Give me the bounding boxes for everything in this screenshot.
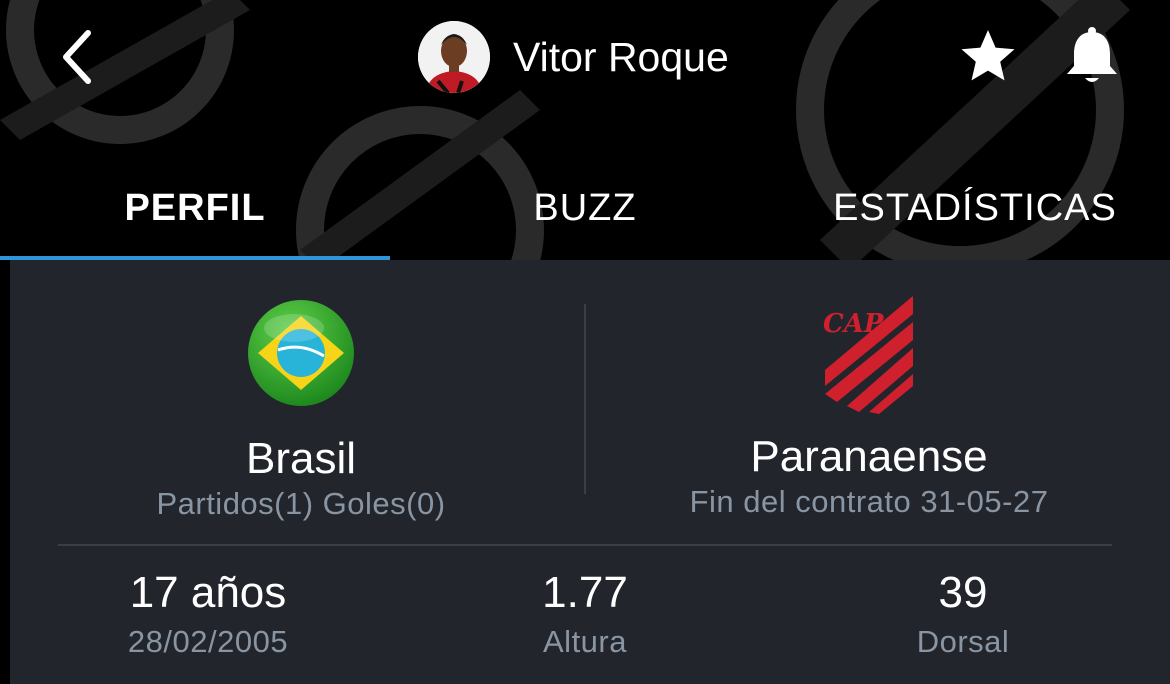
section-divider: [58, 544, 1112, 546]
height-value: 1.77: [542, 568, 628, 617]
club-crest-icon: CAP: [823, 296, 913, 414]
birthdate-label: 28/02/2005: [127, 624, 289, 659]
brazil-flag-icon: [248, 300, 354, 406]
national-team-block[interactable]: Brasil Partidos(1) Goles(0): [60, 298, 542, 522]
height-label: Altura: [543, 624, 627, 659]
back-button[interactable]: [52, 22, 102, 92]
notifications-button[interactable]: [1062, 24, 1122, 88]
age-stat: 17 años 28/02/2005: [58, 568, 358, 660]
player-avatar: [418, 21, 490, 93]
tab-buzz[interactable]: BUZZ: [390, 160, 780, 256]
club-name: Paranaense: [750, 432, 988, 481]
favorite-button[interactable]: [958, 26, 1018, 86]
jersey-number: 39: [938, 568, 988, 617]
tab-estadisticas[interactable]: ESTADÍSTICAS: [780, 160, 1170, 256]
column-divider: [584, 304, 586, 494]
national-team-detail: Partidos(1) Goles(0): [156, 486, 446, 521]
club-contract: Fin del contrato 31-05-27: [689, 484, 1049, 519]
tab-perfil[interactable]: PERFIL: [0, 160, 390, 256]
club-crest-text: CAP: [823, 309, 885, 339]
header: Vitor Roque PERFIL BUZZ ESTADÍSTICAS: [0, 0, 1170, 260]
star-icon: [961, 30, 1015, 81]
player-name: Vitor Roque: [513, 33, 729, 80]
tab-bar: PERFIL BUZZ ESTADÍSTICAS: [0, 160, 1170, 260]
jersey-label: Dorsal: [916, 624, 1010, 659]
bell-icon: [1067, 27, 1117, 82]
jersey-stat: 39 Dorsal: [813, 568, 1113, 660]
age-value: 17 años: [129, 568, 287, 617]
height-stat: 1.77 Altura: [435, 568, 735, 660]
club-block[interactable]: CAP Paranaense Fin del contrato 31-05-27: [628, 294, 1110, 520]
national-team-name: Brasil: [245, 434, 357, 483]
chevron-left-icon: [63, 30, 91, 84]
player-header: Vitor Roque: [418, 20, 729, 94]
